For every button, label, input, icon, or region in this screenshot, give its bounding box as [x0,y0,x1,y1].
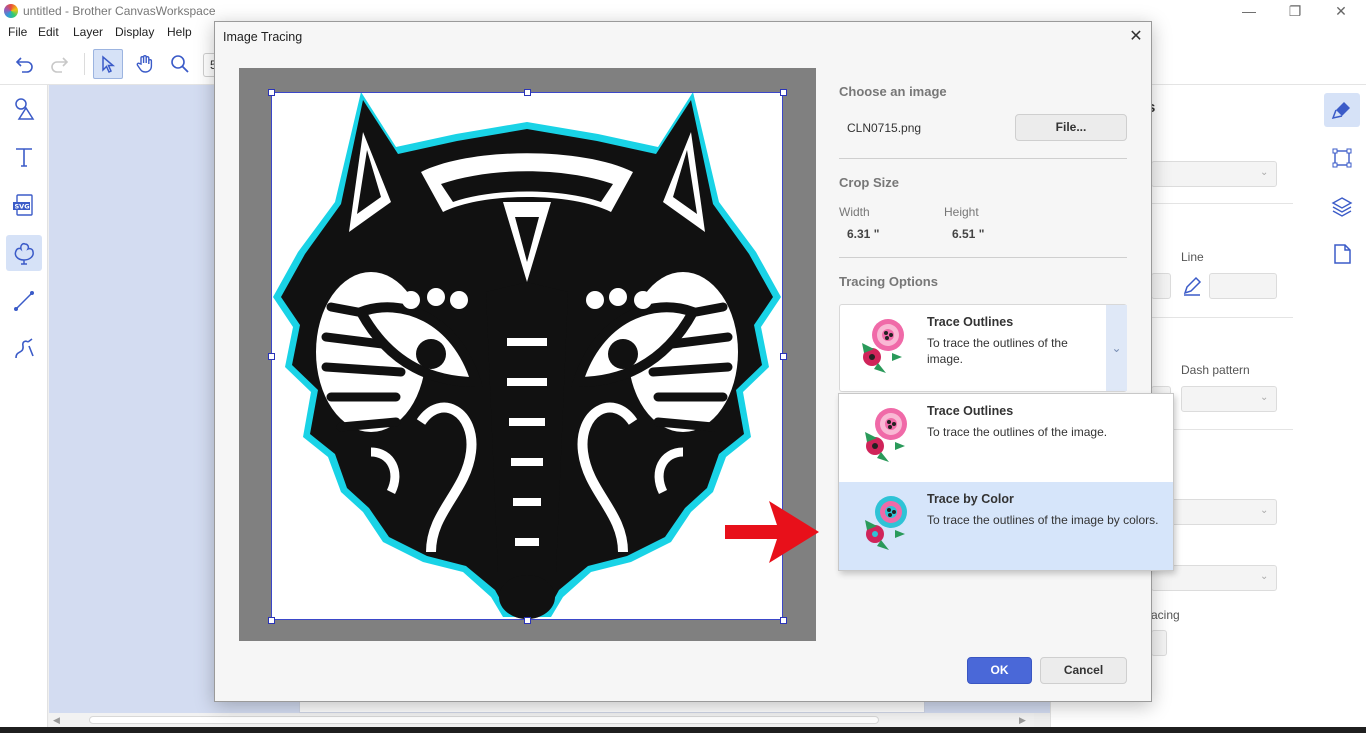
tracing-option-dropdown: Trace Outlines To trace the outlines of … [838,393,1174,571]
spacing-label: acing [1151,608,1180,622]
fill-field[interactable] [1151,273,1171,299]
option-desc: To trace the outlines of the image by co… [927,513,1159,527]
chevron-down-icon: ⌄ [1260,505,1269,516]
divider [839,257,1127,258]
panel-select-1[interactable]: ⌄ [1151,161,1277,187]
flower-icon [852,313,912,378]
window-title: untitled - Brother CanvasWorkspace [23,4,216,18]
selected-option-desc: To trace the outlines of the image. [927,336,1068,366]
menu-help[interactable]: Help [167,25,192,39]
line-label: Line [1181,250,1204,264]
close-icon[interactable]: ✕ [1318,0,1364,23]
choose-image-heading: Choose an image [839,84,947,99]
crop-handle[interactable] [780,617,787,624]
line-color-field[interactable] [1209,273,1277,299]
panel-divider [1151,203,1293,204]
undo-icon[interactable] [10,49,40,79]
transform-icon[interactable] [1324,141,1360,175]
select-icon[interactable] [93,49,123,79]
layers-icon[interactable] [1324,189,1360,223]
svg-icon[interactable]: SVG [6,187,42,223]
crop-size-heading: Crop Size [839,175,899,190]
filename-text: CLN0715.png [847,121,922,135]
file-button[interactable]: File... [1015,114,1127,141]
crop-selection-box[interactable] [271,92,783,620]
option-title: Trace Outlines [927,404,1014,418]
app-logo-icon [4,4,18,18]
taskbar-strip [0,727,1366,733]
menu-display[interactable]: Display [115,25,154,39]
option-trace-by-color[interactable]: Trace by Color To trace the outlines of … [839,482,1173,570]
cancel-button[interactable]: Cancel [1040,657,1127,684]
divider [839,158,1127,159]
dialog-title: Image Tracing [223,30,303,44]
tool-palette: SVG [0,85,48,733]
crop-handle[interactable] [268,617,275,624]
crop-handle[interactable] [268,89,275,96]
scroll-right-icon[interactable]: ▶ [1019,715,1026,726]
right-tab-bar [1318,85,1366,727]
scroll-thumb[interactable] [89,716,879,724]
menu-layer[interactable]: Layer [73,25,103,39]
horizontal-scrollbar[interactable]: ◀ ▶ [49,713,1034,727]
toolbar-divider [84,53,85,75]
pen-icon[interactable] [6,331,42,367]
option-title: Trace by Color [927,492,1014,506]
shapes-icon[interactable] [6,91,42,127]
title-bar: untitled - Brother CanvasWorkspace — ❐ ✕ [0,0,1366,23]
dash-pattern-label: Dash pattern [1181,363,1250,377]
dash-pattern-select[interactable]: ⌄ [1181,386,1277,412]
crop-handle[interactable] [780,89,787,96]
spacing-stepper[interactable] [1151,630,1167,656]
height-label: Height [944,205,979,219]
width-value: 6.31 " [847,227,880,241]
tracing-options-heading: Tracing Options [839,274,938,289]
chevron-down-icon: ⌄ [1260,571,1269,582]
chevron-down-icon[interactable]: ⌄ [1106,305,1127,391]
selected-option-title: Trace Outlines [927,315,1014,329]
redo-icon[interactable] [44,49,74,79]
red-arrow-icon [725,497,821,570]
flower-icon [855,402,915,467]
crop-handle[interactable] [524,617,531,624]
menu-edit[interactable]: Edit [38,25,59,39]
ok-button[interactable]: OK [967,657,1032,684]
panel-divider [1151,317,1293,318]
flower-icon [855,490,915,555]
image-trace-icon[interactable] [6,235,42,271]
crop-handle[interactable] [780,353,787,360]
page-icon[interactable] [1324,237,1360,271]
chevron-down-icon: ⌄ [1260,392,1269,403]
brush-icon[interactable] [1324,93,1360,127]
text-icon[interactable] [6,139,42,175]
line-icon[interactable] [6,283,42,319]
svg-text:SVG: SVG [15,203,30,211]
minimize-icon[interactable]: — [1226,0,1272,23]
height-value: 6.51 " [952,227,985,241]
width-label: Width [839,205,870,219]
crop-handle[interactable] [524,89,531,96]
tracing-option-select[interactable]: Trace Outlines To trace the outlines of … [839,304,1127,392]
restore-icon[interactable]: ❐ [1272,0,1318,23]
close-icon[interactable]: ✕ [1125,26,1147,48]
chevron-down-icon: ⌄ [1260,167,1269,178]
option-desc: To trace the outlines of the image. [927,425,1108,439]
image-tracing-dialog: Image Tracing ✕ Choose an image CLN0715.… [214,21,1152,702]
zoom-icon[interactable] [165,49,195,79]
menu-file[interactable]: File [8,25,27,39]
scroll-left-icon[interactable]: ◀ [53,715,60,726]
hand-icon[interactable] [130,49,160,79]
pen-color-icon[interactable] [1181,275,1203,300]
crop-handle[interactable] [268,353,275,360]
option-trace-outlines[interactable]: Trace Outlines To trace the outlines of … [839,394,1173,482]
